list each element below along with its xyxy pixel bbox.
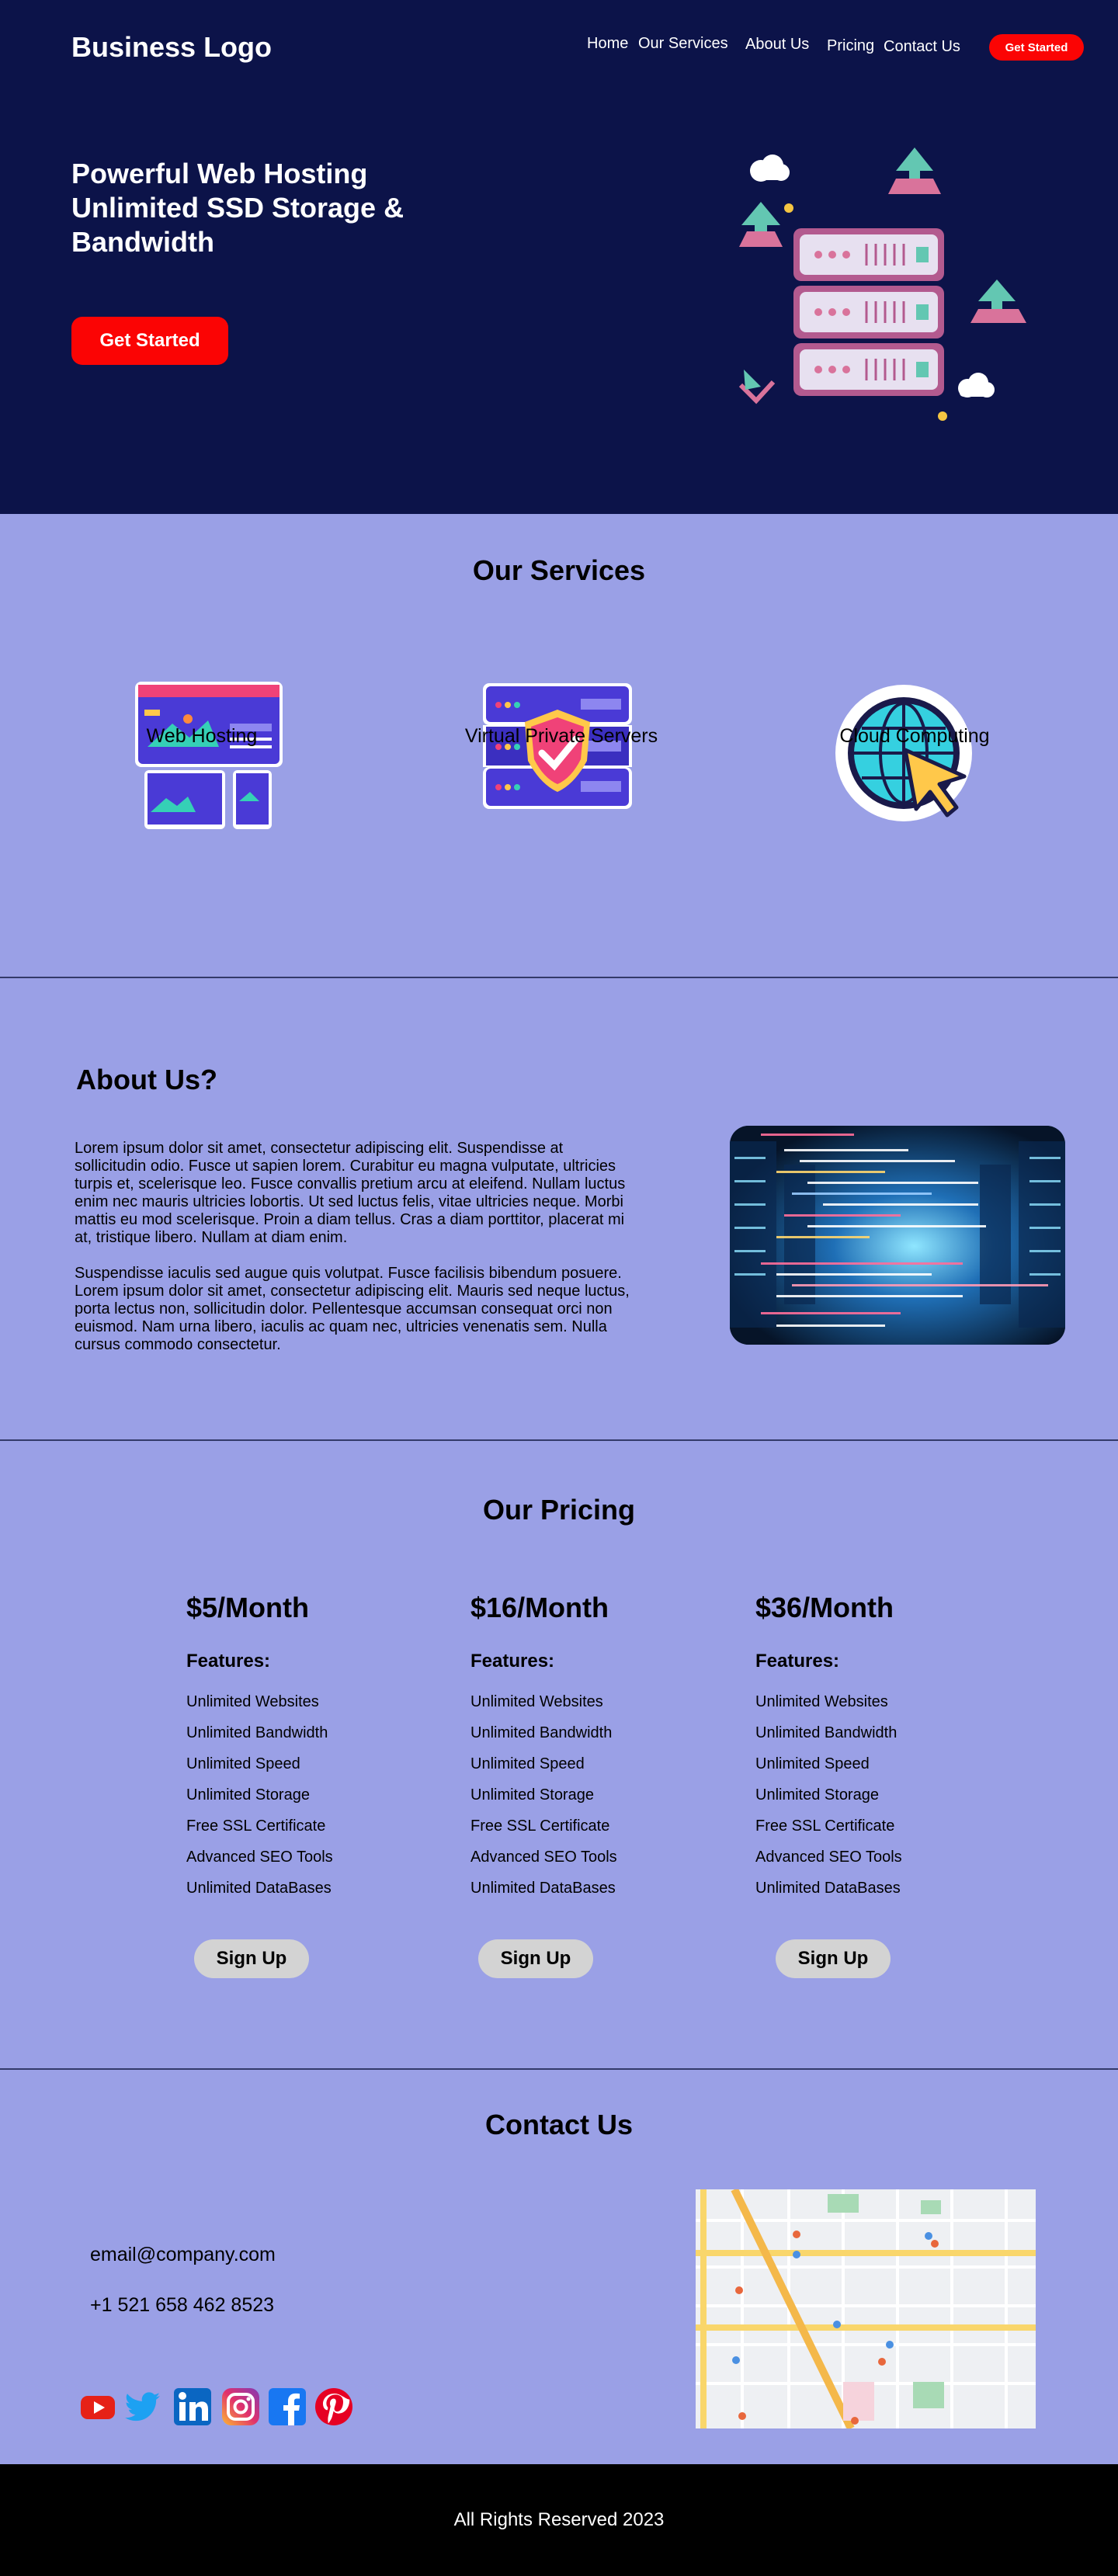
twitter-icon[interactable] bbox=[123, 2387, 163, 2427]
feature-item: Advanced SEO Tools bbox=[755, 1849, 902, 1866]
plan-price: $16/Month bbox=[470, 1592, 609, 1623]
feature-item: Unlimited Bandwidth bbox=[755, 1724, 898, 1741]
service-label-cloud-computing: Cloud Computing bbox=[839, 725, 990, 747]
pricing-title: Our Pricing bbox=[482, 1494, 636, 1526]
contact-email[interactable]: email@company.com bbox=[90, 2244, 276, 2266]
feature-item: Advanced SEO Tools bbox=[186, 1849, 333, 1866]
youtube-icon[interactable] bbox=[78, 2387, 118, 2427]
plan-price: $5/Month bbox=[186, 1592, 309, 1623]
hero-get-started-button[interactable]: Get Started bbox=[71, 317, 228, 365]
footer-copyright: All Rights Reserved 2023 bbox=[453, 2509, 665, 2530]
responsive-devices-icon bbox=[135, 682, 283, 829]
signup-button[interactable]: Sign Up bbox=[478, 1939, 593, 1978]
features-label: Features: bbox=[755, 1651, 840, 1672]
pinterest-icon[interactable] bbox=[314, 2387, 354, 2427]
pricing-plan: $16/Month Features: Unlimited Websites U… bbox=[470, 1592, 703, 1904]
section-divider bbox=[0, 977, 1118, 978]
nav-about-us[interactable]: About Us bbox=[745, 36, 809, 54]
section-divider bbox=[0, 2068, 1118, 2070]
feature-list: Unlimited Websites Unlimited Bandwidth U… bbox=[470, 1686, 703, 1904]
feature-item: Unlimited Storage bbox=[755, 1786, 879, 1804]
map-graphic bbox=[696, 2189, 1036, 2428]
about-title: About Us? bbox=[76, 1064, 217, 1095]
signup-button[interactable]: Sign Up bbox=[194, 1939, 309, 1978]
feature-item: Unlimited Bandwidth bbox=[470, 1724, 613, 1741]
section-divider bbox=[0, 1439, 1118, 1441]
location-map[interactable] bbox=[696, 2189, 1036, 2428]
feature-item: Free SSL Certificate bbox=[470, 1817, 610, 1835]
footer: All Rights Reserved 2023 bbox=[0, 2464, 1118, 2576]
nav-our-services[interactable]: Our Services bbox=[638, 35, 728, 53]
feature-item: Unlimited Speed bbox=[755, 1755, 870, 1772]
feature-item: Unlimited Speed bbox=[186, 1755, 300, 1772]
main-nav: Home Our Services About Us Pricing Conta… bbox=[0, 34, 1118, 57]
feature-item: Unlimited DataBases bbox=[470, 1880, 616, 1897]
hero-title: Powerful Web Hosting Unlimited SSD Stora… bbox=[71, 158, 404, 258]
hero-section: Business Logo Home Our Services About Us… bbox=[0, 0, 1118, 514]
feature-list: Unlimited Websites Unlimited Bandwidth U… bbox=[186, 1686, 419, 1904]
signup-button[interactable]: Sign Up bbox=[776, 1939, 891, 1978]
contact-phone[interactable]: +1 521 658 462 8523 bbox=[90, 2294, 274, 2317]
feature-item: Unlimited DataBases bbox=[186, 1880, 332, 1897]
facebook-icon[interactable] bbox=[267, 2387, 307, 2427]
pricing-plan: $36/Month Features: Unlimited Websites U… bbox=[755, 1592, 988, 1904]
features-label: Features: bbox=[186, 1651, 271, 1672]
feature-item: Free SSL Certificate bbox=[755, 1817, 895, 1835]
code-datacenter-image bbox=[730, 1126, 1065, 1345]
feature-item: Unlimited Websites bbox=[755, 1693, 888, 1710]
pricing-plan: $5/Month Features: Unlimited Websites Un… bbox=[186, 1592, 419, 1904]
feature-item: Unlimited Websites bbox=[186, 1693, 319, 1710]
contact-title: Contact Us bbox=[484, 2109, 634, 2140]
feature-item: Unlimited Storage bbox=[186, 1786, 310, 1804]
nav-pricing[interactable]: Pricing bbox=[827, 37, 874, 55]
feature-item: Free SSL Certificate bbox=[186, 1817, 326, 1835]
about-paragraph: Lorem ipsum dolor sit amet, consectetur … bbox=[75, 1140, 626, 1246]
feature-list: Unlimited Websites Unlimited Bandwidth U… bbox=[755, 1686, 988, 1904]
services-title: Our Services bbox=[472, 554, 646, 586]
server-illustration-icon bbox=[738, 148, 1026, 421]
instagram-icon[interactable] bbox=[220, 2387, 261, 2427]
service-label-vps: Virtual Private Servers bbox=[464, 725, 658, 747]
nav-home[interactable]: Home bbox=[587, 35, 628, 53]
service-label-web-hosting: Web Hosting bbox=[146, 725, 258, 747]
about-paragraph: Suspendisse iaculis sed augue quis volut… bbox=[75, 1265, 630, 1353]
code-datacenter-graphic bbox=[730, 1126, 1065, 1345]
feature-item: Advanced SEO Tools bbox=[470, 1849, 617, 1866]
feature-item: Unlimited Websites bbox=[470, 1693, 603, 1710]
feature-item: Unlimited Speed bbox=[470, 1755, 585, 1772]
plan-price: $36/Month bbox=[755, 1592, 894, 1623]
header-get-started-button[interactable]: Get Started bbox=[989, 34, 1084, 61]
features-label: Features: bbox=[470, 1651, 555, 1672]
linkedin-icon[interactable] bbox=[172, 2387, 213, 2427]
about-text: Lorem ipsum dolor sit amet, consectetur … bbox=[75, 1140, 634, 1354]
feature-item: Unlimited Bandwidth bbox=[186, 1724, 328, 1741]
feature-item: Unlimited DataBases bbox=[755, 1880, 901, 1897]
nav-contact-us[interactable]: Contact Us bbox=[884, 38, 960, 56]
globe-cursor-icon bbox=[835, 685, 972, 821]
feature-item: Unlimited Storage bbox=[470, 1786, 594, 1804]
